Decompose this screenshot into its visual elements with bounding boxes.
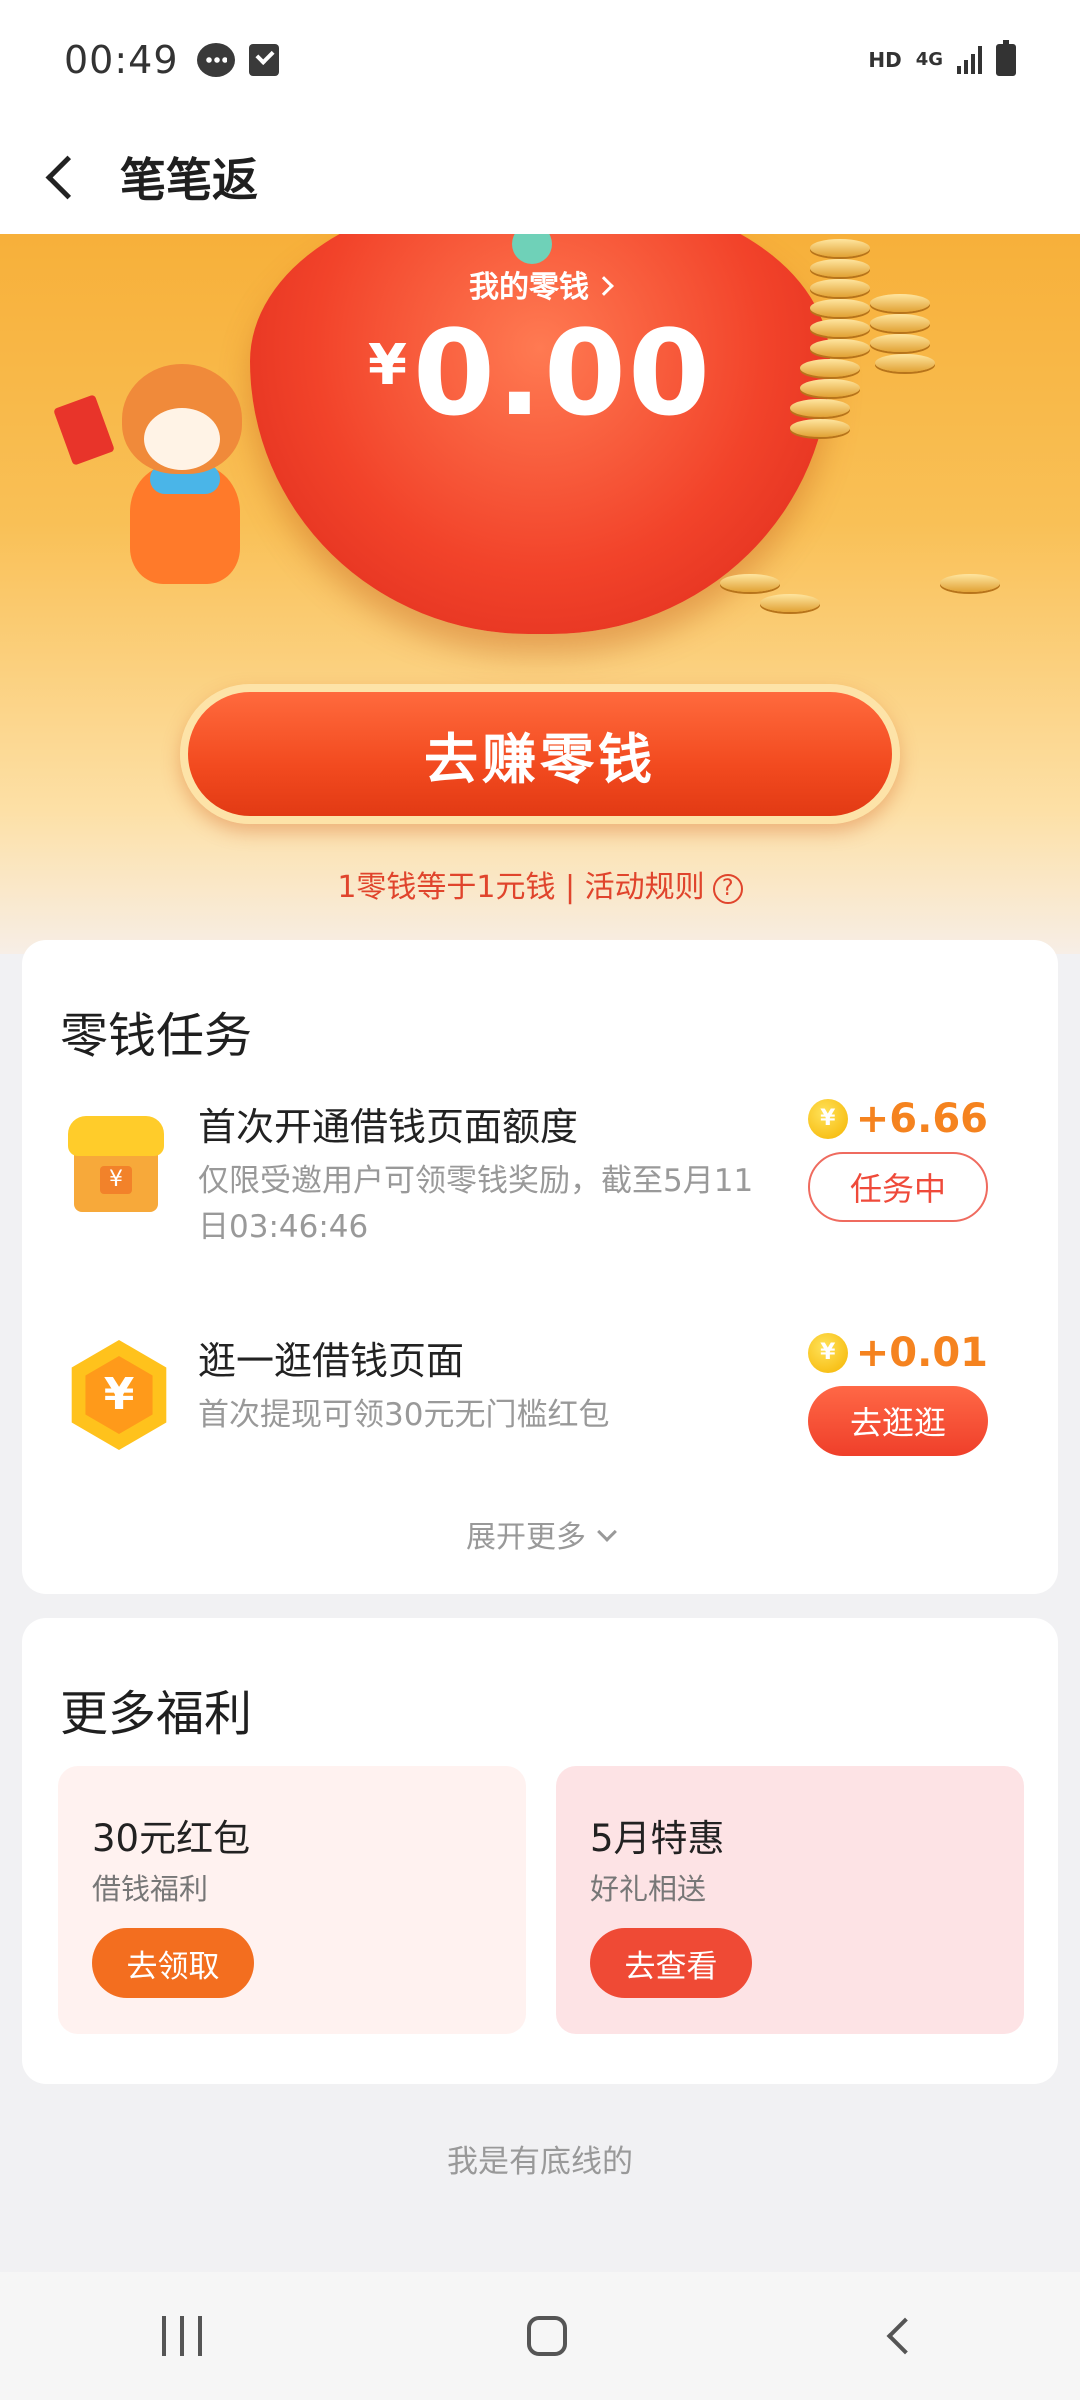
- task-description: 仅限受邀用户可领零钱奖励，截至5月11日03:46:46: [198, 1163, 754, 1245]
- coin-icon: [870, 294, 930, 312]
- coin-icon: [870, 314, 930, 332]
- task-in-progress-button[interactable]: 任务中: [808, 1152, 988, 1222]
- yuan-hexagon-icon: ¥: [64, 1340, 174, 1450]
- mascot-face: [144, 408, 220, 470]
- benefit-tile[interactable]: 5月特惠 好礼相送 去查看: [556, 1766, 1024, 2034]
- back-arrow-icon[interactable]: [30, 120, 120, 234]
- coin-icon: [810, 239, 870, 257]
- expand-label: 展开更多: [466, 1520, 586, 1555]
- bag-knot: [512, 234, 552, 264]
- activity-rules-link[interactable]: 1零钱等于1元钱 | 活动规则?: [0, 862, 1080, 906]
- task-description: 首次提现可领30元无门槛红包: [198, 1397, 610, 1433]
- battery-icon: [996, 40, 1016, 76]
- section-title-tasks: 零钱任务: [60, 1008, 253, 1064]
- task-card: 零钱任务 ¥ 首次开通借钱页面额度 仅限受邀用户可领零钱奖励，截至5月11日03…: [22, 940, 1058, 1594]
- coin-icon: [720, 574, 780, 592]
- end-of-list-text: 我是有底线的: [447, 2144, 633, 2180]
- system-navigation-bar: [0, 2272, 1080, 2400]
- status-notification-icons: [196, 43, 279, 77]
- benefit-tile[interactable]: 30元红包 借钱福利 去领取: [58, 1766, 526, 2034]
- recent-apps-icon[interactable]: [162, 2316, 203, 2356]
- coin-icon: [870, 334, 930, 352]
- currency-symbol: ¥: [367, 333, 407, 398]
- coin-icon: [810, 279, 870, 297]
- home-icon[interactable]: [526, 2316, 567, 2356]
- benefit-subtitle: 借钱福利: [92, 1872, 209, 1906]
- coin-icon: [810, 299, 870, 317]
- coin-icon: ¥: [807, 1099, 848, 1139]
- coin-icon: [790, 419, 850, 437]
- task-item: ¥ 首次开通借钱页面额度 仅限受邀用户可领零钱奖励，截至5月11日03:46:4…: [22, 1096, 1058, 1256]
- status-system-icons: HD 4G: [868, 40, 1016, 76]
- coin-icon: ¥: [807, 1333, 848, 1373]
- task-reward: ¥ +6.66: [807, 1096, 988, 1142]
- hd-label: HD: [868, 48, 902, 72]
- section-title-benefits: 更多福利: [60, 1686, 253, 1742]
- balance-amount: 0.00: [412, 304, 713, 442]
- earn-change-button[interactable]: 去赚零钱: [180, 684, 900, 824]
- browse-button[interactable]: 去逛逛: [808, 1386, 988, 1456]
- status-time: 00:49: [64, 38, 179, 82]
- task-reward: ¥ +0.01: [807, 1330, 988, 1376]
- reward-value: +0.01: [855, 1330, 988, 1376]
- signal-icon: [957, 46, 982, 74]
- view-button[interactable]: 去查看: [590, 1928, 752, 1998]
- reward-value: +6.66: [855, 1096, 988, 1142]
- network-label: 4G: [915, 49, 943, 70]
- coin-icon: [800, 379, 860, 397]
- chevron-down-icon: [597, 1522, 617, 1542]
- coin-icon: [810, 319, 870, 337]
- back-icon[interactable]: [886, 2317, 924, 2355]
- coin-icon: [760, 594, 820, 612]
- expand-more-button[interactable]: 展开更多: [22, 1512, 1058, 1556]
- benefit-title: 30元红包: [92, 1817, 251, 1860]
- help-circle-icon: ?: [712, 874, 743, 904]
- benefit-title: 5月特惠: [590, 1817, 725, 1860]
- benefit-subtitle: 好礼相送: [590, 1872, 707, 1906]
- hero-banner: 我的零钱 ¥0.00 去赚零钱 1零钱等于1元钱 | 活动规则?: [0, 234, 1080, 954]
- claim-button[interactable]: 去领取: [92, 1928, 254, 1998]
- shop-icon: ¥: [68, 1116, 164, 1216]
- coin-icon: [810, 339, 870, 357]
- wallet-label: 我的零钱: [469, 270, 589, 305]
- rule-text: 1零钱等于1元钱 | 活动规则: [337, 870, 705, 905]
- coin-icon: [875, 354, 935, 372]
- chevron-right-icon: [594, 276, 614, 296]
- coin-icon: [940, 574, 1000, 592]
- task-title: 逛一逛借钱页面: [198, 1339, 465, 1383]
- check-square-icon: [248, 44, 279, 76]
- benefits-card: 更多福利 30元红包 借钱福利 去领取 5月特惠 好礼相送 去查看: [22, 1618, 1058, 2084]
- task-title: 首次开通借钱页面额度: [198, 1105, 579, 1149]
- app-header: 笔笔返: [0, 120, 1080, 234]
- coin-icon: [790, 399, 850, 417]
- status-bar: 00:49 HD 4G: [0, 0, 1080, 120]
- shiba-mascot-illustration: [53, 364, 260, 584]
- coin-icon: [810, 259, 870, 277]
- coin-icon: [800, 359, 860, 377]
- page-title: 笔笔返: [120, 153, 258, 207]
- message-icon: [196, 43, 235, 77]
- task-item: ¥ 逛一逛借钱页面 首次提现可领30元无门槛红包 ¥ +0.01 去逛逛: [22, 1330, 1058, 1470]
